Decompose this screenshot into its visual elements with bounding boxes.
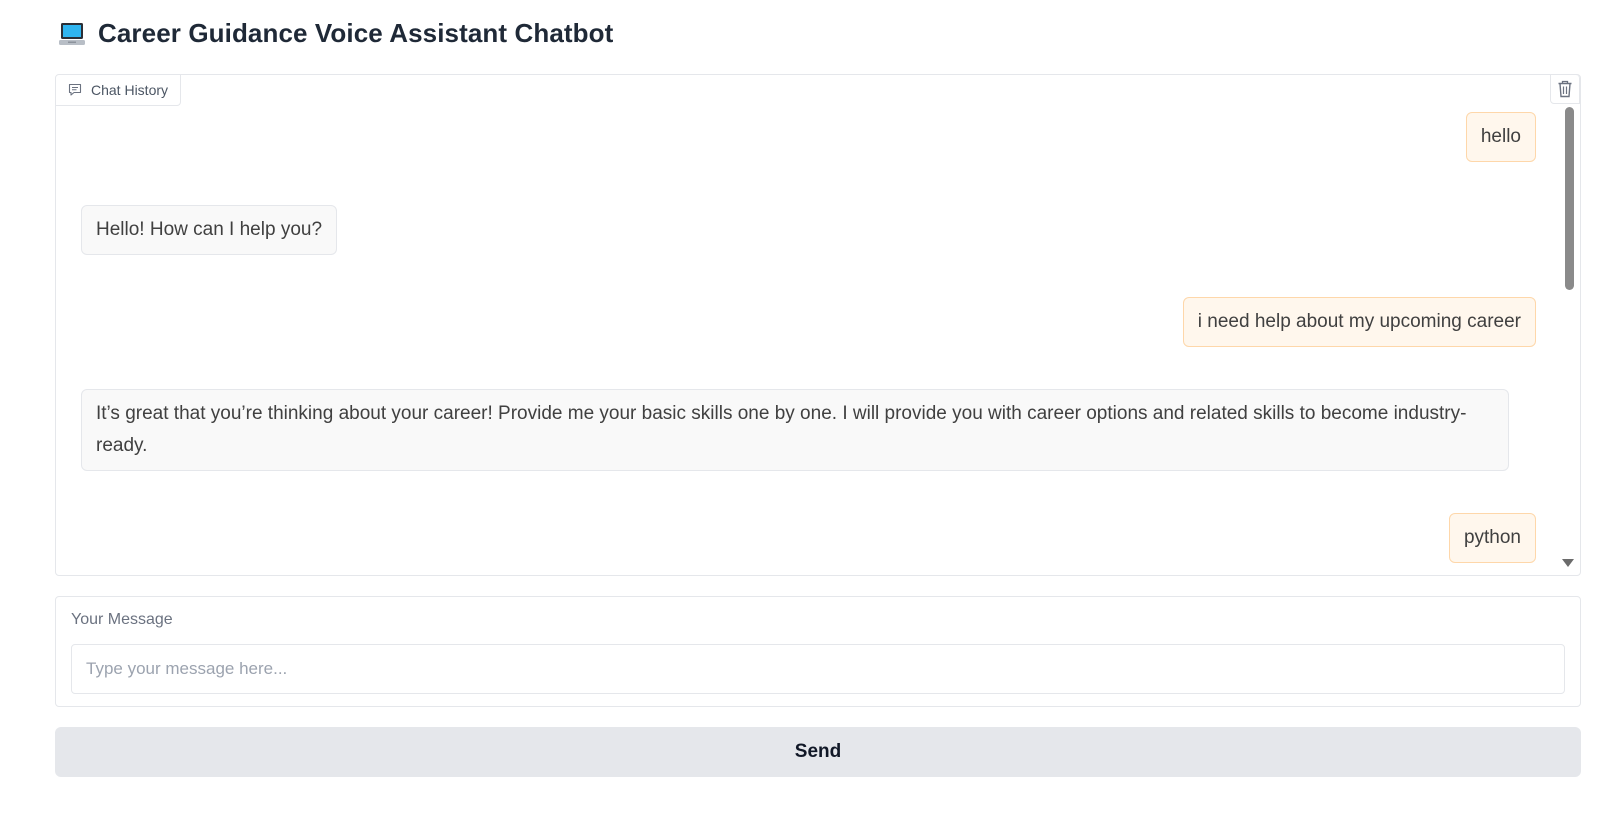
header: Career Guidance Voice Assistant Chatbot <box>58 18 613 49</box>
user-message: i need help about my upcoming career <box>1182 297 1536 347</box>
message-input-panel: Your Message <box>55 596 1581 707</box>
chat-bubble-icon <box>68 83 82 96</box>
send-button[interactable]: Send <box>55 727 1581 777</box>
bot-message: Hello! How can I help you? <box>81 205 338 255</box>
page-title: Career Guidance Voice Assistant Chatbot <box>98 18 614 48</box>
chat-scrollbar-thumb[interactable] <box>1565 107 1574 290</box>
chat-scrollbar[interactable] <box>1565 107 1574 567</box>
user-message: python <box>1448 513 1536 563</box>
chat-history-label-text: Chat History <box>91 82 169 98</box>
message-input-label: Your Message <box>71 611 173 628</box>
page: Career Guidance Voice Assistant Chatbot … <box>0 0 1617 826</box>
chat-history-panel[interactable]: Chat History hello Hello! How can I help… <box>55 74 1581 576</box>
message-input[interactable] <box>71 644 1565 694</box>
trash-icon <box>1558 80 1572 98</box>
bot-message: It’s great that you’re thinking about yo… <box>81 389 1509 471</box>
user-message: hello <box>1465 112 1536 162</box>
scroll-down-arrow-icon[interactable] <box>1562 559 1574 567</box>
laptop-icon <box>59 22 85 45</box>
clear-chat-button[interactable] <box>1550 75 1580 104</box>
chat-history-label: Chat History <box>56 75 182 106</box>
